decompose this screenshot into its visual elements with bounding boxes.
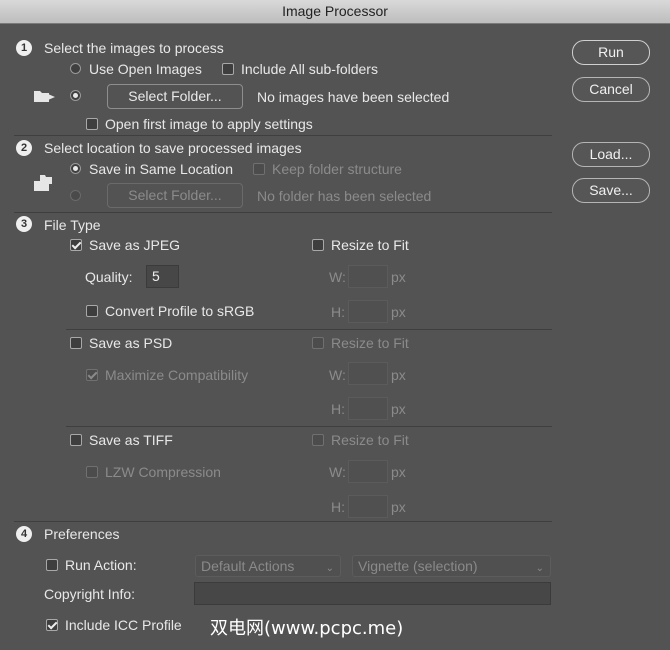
- copyright-input[interactable]: [194, 582, 551, 605]
- save-settings-button[interactable]: Save...: [572, 178, 650, 203]
- open-first-image-checkbox[interactable]: [86, 118, 98, 130]
- jpeg-height-unit: px: [391, 304, 406, 320]
- separator-psd: [66, 426, 552, 427]
- convert-srgb-label: Convert Profile to sRGB: [105, 303, 255, 319]
- step-4-badge: 4: [16, 526, 32, 542]
- section-3-title: File Type: [44, 217, 101, 233]
- tiff-width-label: W:: [329, 464, 346, 480]
- jpeg-height-input[interactable]: [348, 300, 388, 323]
- save-as-jpeg-label: Save as JPEG: [89, 237, 181, 253]
- section-2-title: Select location to save processed images: [44, 140, 302, 156]
- action-value: Vignette (selection): [358, 558, 478, 574]
- separator-jpeg: [66, 329, 552, 330]
- step-1-badge: 1: [16, 40, 32, 56]
- lzw-compression-label: LZW Compression: [105, 464, 221, 480]
- lzw-compression-checkbox[interactable]: [86, 466, 98, 478]
- keep-folder-structure-label: Keep folder structure: [272, 161, 402, 177]
- jpeg-quality-input[interactable]: 5: [146, 265, 179, 288]
- tiff-resize-label: Resize to Fit: [331, 432, 409, 448]
- separator-1: [14, 135, 552, 136]
- action-select[interactable]: Vignette (selection) ⌄: [352, 555, 551, 577]
- jpeg-width-unit: px: [391, 269, 406, 285]
- select-source-folder-button[interactable]: Select Folder...: [107, 84, 243, 109]
- tiff-width-input[interactable]: [348, 460, 388, 483]
- include-icc-label: Include ICC Profile: [65, 617, 182, 633]
- jpeg-height-label: H:: [331, 304, 345, 320]
- save-as-tiff-checkbox[interactable]: [70, 434, 82, 446]
- run-action-checkbox[interactable]: [46, 559, 58, 571]
- run-action-label: Run Action:: [65, 557, 137, 573]
- step-2-badge: 2: [16, 140, 32, 156]
- cancel-button[interactable]: Cancel: [572, 77, 650, 102]
- open-first-image-label: Open first image to apply settings: [105, 116, 313, 132]
- psd-height-unit: px: [391, 401, 406, 417]
- psd-height-label: H:: [331, 401, 345, 417]
- section-4-title: Preferences: [44, 526, 120, 542]
- save-to-folder-radio[interactable]: [70, 190, 81, 201]
- jpeg-width-label: W:: [329, 269, 346, 285]
- load-button[interactable]: Load...: [572, 142, 650, 167]
- save-as-psd-checkbox[interactable]: [70, 337, 82, 349]
- jpeg-resize-checkbox[interactable]: [312, 239, 324, 251]
- select-destination-folder-button[interactable]: Select Folder...: [107, 183, 243, 208]
- action-set-select[interactable]: Default Actions ⌄: [195, 555, 341, 577]
- keep-folder-structure-checkbox[interactable]: [253, 163, 265, 175]
- save-as-psd-label: Save as PSD: [89, 335, 173, 351]
- section-1-title: Select the images to process: [44, 40, 224, 56]
- psd-height-input[interactable]: [348, 397, 388, 420]
- psd-width-input[interactable]: [348, 362, 388, 385]
- tiff-height-unit: px: [391, 499, 406, 515]
- save-as-tiff-label: Save as TIFF: [89, 432, 173, 448]
- watermark-text: 双电网(www.pcpc.me): [210, 618, 404, 639]
- jpeg-quality-label: Quality:: [85, 269, 133, 285]
- include-subfolders-label: Include All sub-folders: [241, 61, 378, 77]
- tiff-height-label: H:: [331, 499, 345, 515]
- tiff-width-unit: px: [391, 464, 406, 480]
- include-icc-checkbox[interactable]: [46, 619, 58, 631]
- copyright-label: Copyright Info:: [44, 586, 136, 602]
- action-set-value: Default Actions: [201, 558, 295, 574]
- chevron-down-icon: ⌄: [325, 563, 334, 574]
- destination-status-text: No folder has been selected: [257, 188, 432, 204]
- chevron-down-icon: ⌄: [535, 563, 544, 574]
- maximize-compatibility-label: Maximize Compatibility: [105, 367, 249, 383]
- convert-srgb-checkbox[interactable]: [86, 305, 98, 317]
- source-status-text: No images have been selected: [257, 89, 450, 105]
- maximize-compatibility-checkbox[interactable]: [86, 369, 98, 381]
- psd-resize-label: Resize to Fit: [331, 335, 409, 351]
- separator-2: [14, 212, 552, 213]
- save-same-location-radio[interactable]: [70, 163, 81, 174]
- separator-3: [14, 521, 552, 522]
- select-folder-radio[interactable]: [70, 90, 81, 101]
- psd-width-unit: px: [391, 367, 406, 383]
- window-title: Image Processor: [282, 3, 388, 19]
- tiff-resize-checkbox[interactable]: [312, 434, 324, 446]
- folder-stack-icon: [33, 174, 55, 192]
- psd-width-label: W:: [329, 367, 346, 383]
- window-titlebar: Image Processor: [0, 0, 670, 24]
- psd-resize-checkbox[interactable]: [312, 337, 324, 349]
- use-open-images-radio[interactable]: [70, 63, 81, 74]
- include-subfolders-checkbox[interactable]: [222, 63, 234, 75]
- run-button[interactable]: Run: [572, 40, 650, 65]
- use-open-images-label: Use Open Images: [89, 61, 202, 77]
- save-same-location-label: Save in Same Location: [89, 161, 233, 177]
- tiff-height-input[interactable]: [348, 495, 388, 518]
- jpeg-resize-label: Resize to Fit: [331, 237, 409, 253]
- folder-arrow-icon: [33, 88, 57, 104]
- jpeg-width-input[interactable]: [348, 265, 388, 288]
- step-3-badge: 3: [16, 216, 32, 232]
- save-as-jpeg-checkbox[interactable]: [70, 239, 82, 251]
